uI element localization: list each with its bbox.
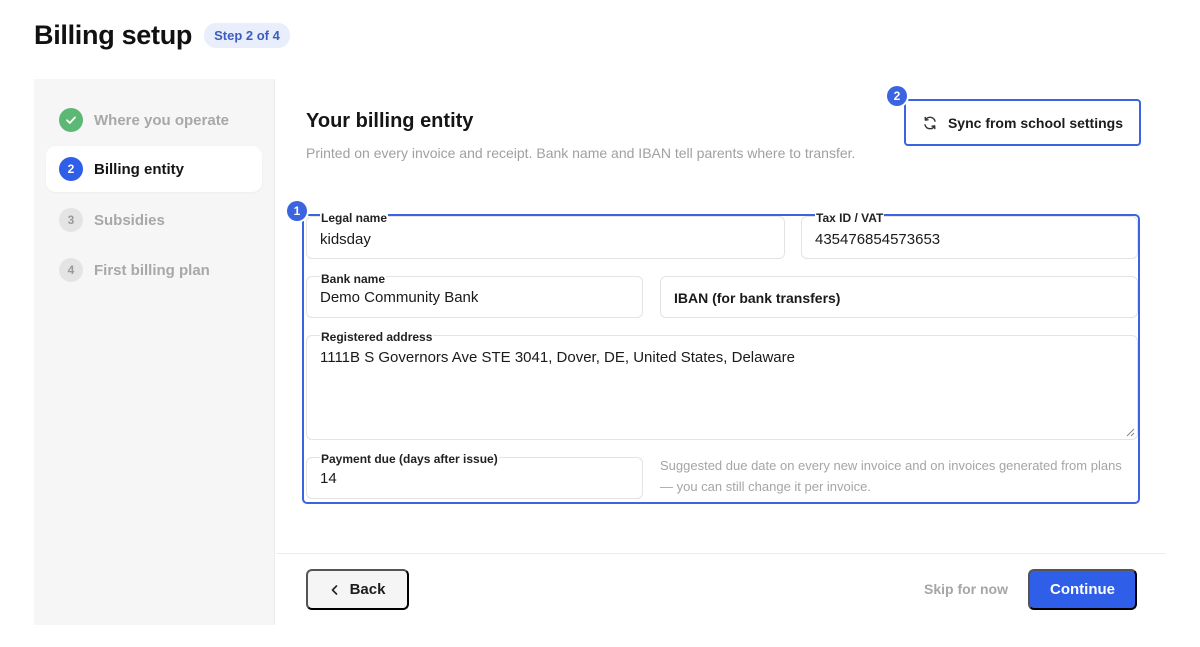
bank-name-value: Demo Community Bank bbox=[320, 289, 479, 306]
back-button-label: Back bbox=[349, 581, 386, 598]
sidebar-item-label: Where you operate bbox=[94, 111, 230, 129]
sync-button-label: Sync from school settings bbox=[947, 114, 1124, 131]
continue-button[interactable]: Continue bbox=[1028, 569, 1137, 610]
legal-name-value: kidsday bbox=[320, 231, 371, 248]
page-title: Billing setup bbox=[34, 20, 193, 50]
payment-due-help: Suggested due date on every new invoice … bbox=[660, 458, 1122, 494]
sidebar-item-label: Subsidies bbox=[94, 211, 165, 229]
footer-divider bbox=[276, 553, 1166, 554]
highlight-marker-form: 1 bbox=[287, 201, 307, 221]
billing-entity-form: Legal name kidsday Tax ID / VAT 43547685… bbox=[302, 211, 1140, 504]
registered-address-textarea[interactable]: Registered address 1111B S Governors Ave… bbox=[306, 330, 1138, 440]
payment-due-field[interactable]: Payment due (days after issue) 14 bbox=[306, 452, 643, 499]
iban-input[interactable]: IBAN (for bank transfers) bbox=[660, 276, 1138, 318]
skip-for-now-link[interactable]: Skip for now bbox=[924, 581, 1008, 597]
highlight-marker-sync: 2 bbox=[887, 86, 907, 106]
page-header: Billing setup Step 2 of 4 bbox=[34, 20, 290, 51]
sidebar-item-billing-entity[interactable]: 2 Billing entity bbox=[46, 146, 262, 192]
tax-id-label: Tax ID / VAT bbox=[815, 211, 885, 225]
step-number: 4 bbox=[59, 258, 83, 282]
payment-due-label: Payment due (days after issue) bbox=[320, 452, 499, 466]
step-number: 2 bbox=[59, 157, 83, 181]
refresh-icon bbox=[924, 116, 936, 129]
registered-address-label: Registered address bbox=[320, 330, 434, 344]
sidebar-item-label: First billing plan bbox=[94, 261, 210, 279]
legal-name-label: Legal name bbox=[320, 211, 389, 225]
checkmark-icon bbox=[66, 116, 76, 124]
bank-name-label: Bank name bbox=[320, 272, 387, 286]
sidebar-item-first-billing-plan[interactable]: 4 First billing plan bbox=[46, 247, 262, 293]
step-number: 3 bbox=[59, 208, 83, 232]
sidebar-item-where-you-operate[interactable]: Where you operate bbox=[46, 97, 262, 143]
sidebar-item-label: Billing entity bbox=[94, 160, 184, 178]
tax-id-field[interactable]: Tax ID / VAT 435476854573653 bbox=[801, 211, 1138, 259]
bank-name-field[interactable]: Bank name Demo Community Bank bbox=[306, 272, 643, 318]
sidebar-item-subsidies[interactable]: 3 Subsidies bbox=[46, 197, 262, 243]
main-panel: Your billing entity Printed on every inv… bbox=[276, 79, 1166, 625]
sync-from-school-settings-button[interactable]: Sync from school settings bbox=[904, 99, 1141, 146]
step-complete-badge bbox=[59, 108, 83, 132]
tax-id-value: 435476854573653 bbox=[815, 231, 941, 248]
sidebar: Where you operate 2 Billing entity 3 Sub… bbox=[34, 79, 275, 625]
iban-placeholder: IBAN (for bank transfers) bbox=[674, 290, 841, 306]
resize-grip-icon[interactable] bbox=[1126, 428, 1135, 437]
chevron-left-icon bbox=[331, 584, 337, 595]
back-button[interactable]: Back bbox=[306, 569, 409, 610]
section-title: Your billing entity bbox=[306, 110, 474, 132]
legal-name-field[interactable]: Legal name kidsday bbox=[306, 211, 785, 259]
section-description: Printed on every invoice and receipt. Ba… bbox=[306, 145, 856, 161]
payment-due-value: 14 bbox=[320, 470, 337, 487]
step-badge: Step 2 of 4 bbox=[204, 23, 290, 48]
registered-address-value: 1111B S Governors Ave STE 3041, Dover, D… bbox=[320, 349, 795, 366]
